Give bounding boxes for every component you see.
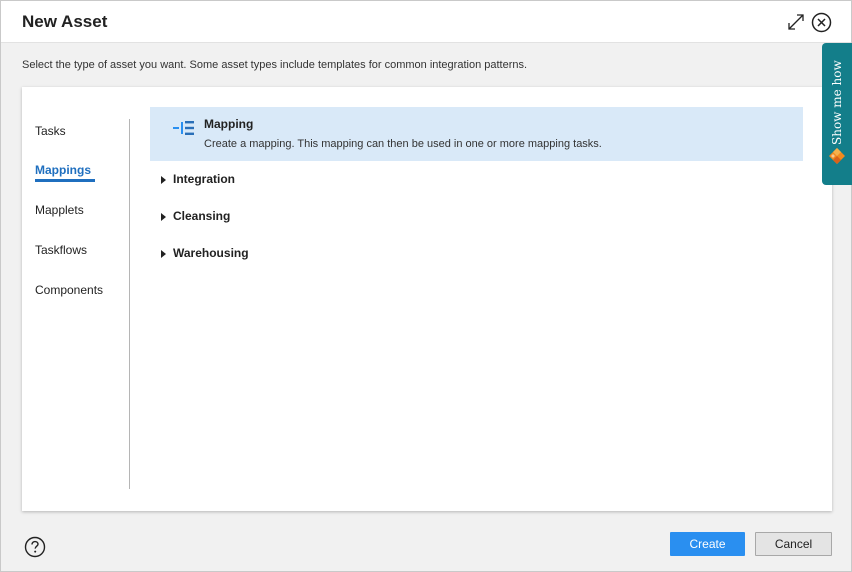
dialog-title: New Asset [22, 12, 108, 31]
asset-type-panel: Tasks Mappings Mapplets Taskflows Compon… [22, 87, 832, 511]
close-icon[interactable] [811, 12, 832, 33]
asset-option-title: Mapping [204, 117, 254, 131]
help-icon[interactable] [24, 536, 46, 558]
nav-item-tasks[interactable]: Tasks [35, 124, 66, 138]
nav-item-mappings[interactable]: Mappings [35, 163, 91, 177]
nav-item-components[interactable]: Components [35, 283, 103, 297]
asset-category-nav: Tasks Mappings Mapplets Taskflows Compon… [22, 87, 130, 511]
nav-item-taskflows[interactable]: Taskflows [35, 243, 87, 257]
template-group-label: Cleansing [173, 209, 231, 223]
active-nav-indicator [35, 179, 95, 182]
expand-icon[interactable] [786, 12, 806, 32]
template-group-label: Warehousing [173, 246, 249, 260]
dialog-header: New Asset [1, 1, 851, 43]
expand-arrow-icon [161, 213, 166, 221]
show-me-how-tab[interactable]: Show me how [822, 43, 852, 185]
expand-arrow-icon [161, 176, 166, 184]
informatica-logo-icon [829, 148, 845, 164]
cancel-button[interactable]: Cancel [755, 532, 832, 556]
expand-arrow-icon [161, 250, 166, 258]
asset-option-mapping[interactable]: Mapping Create a mapping. This mapping c… [150, 107, 803, 161]
dialog-subtitle: Select the type of asset you want. Some … [22, 59, 528, 71]
nav-divider [129, 119, 130, 489]
create-button[interactable]: Create [670, 532, 745, 556]
show-me-how-label: Show me how [830, 60, 844, 145]
nav-item-mapplets[interactable]: Mapplets [35, 203, 84, 217]
asset-option-description: Create a mapping. This mapping can then … [204, 138, 602, 150]
new-asset-dialog: New Asset Select the type of asset you w… [0, 0, 852, 572]
mapping-icon [173, 121, 194, 135]
template-group-label: Integration [173, 172, 235, 186]
